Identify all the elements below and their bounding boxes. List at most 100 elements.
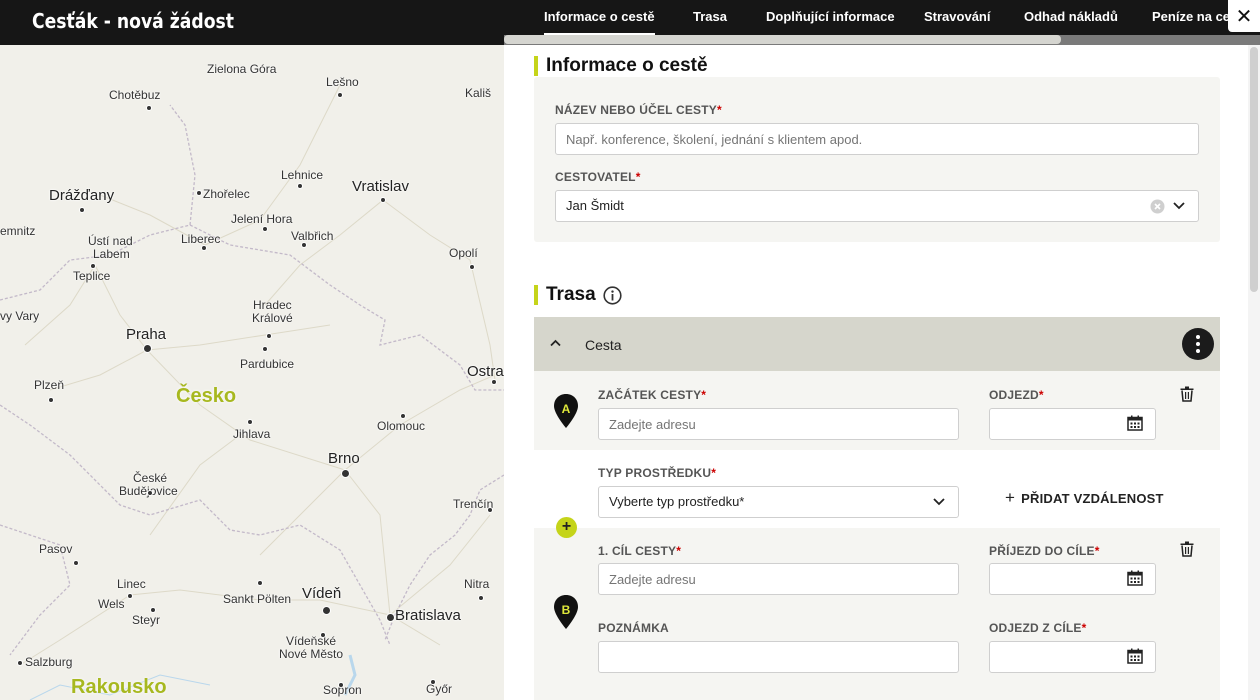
tab-trip-info[interactable]: Informace o cestě	[544, 0, 655, 35]
city-label: Nové Město	[279, 647, 344, 661]
city-dot	[400, 413, 406, 419]
city-label: Plzeň	[34, 378, 65, 392]
chevron-down-icon[interactable]	[933, 497, 945, 507]
kebab-dot	[1196, 349, 1200, 353]
city-label: Bratislava	[395, 607, 461, 624]
trip-name-input[interactable]	[555, 123, 1199, 155]
leave-destination-label: ODJEZD Z CÍLE*	[989, 621, 1087, 635]
city-dot	[90, 263, 96, 269]
city-dot	[266, 333, 272, 339]
city-dot	[48, 397, 54, 403]
kebab-dot	[1196, 342, 1200, 346]
map-view[interactable]: Zielona Góra Lešno Chotěbuz Kališ Lehnic…	[0, 45, 504, 700]
city-dot	[257, 580, 263, 586]
city-label: Olomouc	[377, 419, 426, 433]
section-title-route: Trasa	[534, 285, 596, 305]
traveler-value: Jan Šmidt	[566, 198, 624, 213]
calendar-icon[interactable]	[1127, 648, 1143, 664]
tab-route[interactable]: Trasa	[693, 0, 727, 35]
city-dot	[73, 560, 79, 566]
city-label: Vídeň	[302, 585, 342, 602]
close-icon: ✕	[1235, 5, 1253, 28]
city-label: Salzburg	[25, 655, 73, 669]
city-label: Chotěbuz	[109, 88, 161, 102]
start-pin-letter: A	[561, 402, 571, 416]
close-button[interactable]: ✕	[1228, 0, 1260, 32]
city-label: Pardubice	[240, 357, 295, 371]
tab-travel-money[interactable]: Peníze na cestu	[1152, 0, 1228, 35]
city-label: Pasov	[39, 542, 73, 556]
city-label: Ostra	[467, 363, 504, 380]
city-dot	[247, 419, 253, 425]
start-address-input[interactable]	[598, 408, 959, 440]
tab-scrollbar-thumb[interactable]	[504, 35, 1061, 44]
destination-label: 1. CÍL CESTY*	[598, 544, 682, 558]
city-label: Jihlava	[233, 427, 271, 441]
trash-icon[interactable]	[1180, 541, 1194, 557]
city-dot	[150, 607, 156, 613]
city-dot	[17, 660, 23, 666]
city-dot	[147, 490, 153, 496]
departure-label: ODJEZD*	[989, 388, 1044, 402]
note-input[interactable]	[598, 641, 959, 673]
city-label: Zhořelec	[203, 187, 250, 201]
city-label: Drážďany	[49, 187, 115, 204]
city-label: Kališ	[465, 86, 492, 100]
calendar-icon[interactable]	[1127, 570, 1143, 586]
plus-icon: +	[1005, 488, 1016, 507]
city-dot	[196, 190, 202, 196]
city-label: Králové	[252, 311, 293, 325]
add-distance-button[interactable]: + PŘIDAT VZDÁLENOST	[1005, 488, 1164, 508]
city-label: Zielona Góra	[207, 62, 277, 76]
city-dot	[297, 183, 303, 189]
city-dot	[430, 679, 436, 685]
route-accordion-header[interactable]	[534, 317, 1220, 371]
city-label: Brno	[328, 450, 360, 467]
note-label: POZNÁMKA	[598, 621, 669, 635]
city-label: Lešno	[326, 75, 359, 89]
city-label: Opolí	[449, 246, 478, 260]
panel-scrollbar-thumb[interactable]	[1250, 47, 1258, 292]
country-label: Rakousko	[71, 676, 167, 698]
tab-bar: Informace o cestě Trasa Doplňující infor…	[504, 0, 1228, 35]
start-label: ZAČÁTEK CESTY*	[598, 388, 707, 402]
kebab-dot	[1196, 335, 1200, 339]
city-dot	[201, 245, 207, 251]
destination-pin-letter: B	[561, 603, 571, 617]
tab-additional-info[interactable]: Doplňující informace	[766, 0, 895, 35]
traveler-select[interactable]: Jan Šmidt	[555, 190, 1199, 222]
calendar-icon[interactable]	[1127, 415, 1143, 431]
more-options-button[interactable]	[1182, 328, 1214, 360]
arrival-label: PŘÍJEZD DO CÍLE*	[989, 544, 1100, 558]
trip-name-label: NÁZEV NEBO ÚČEL CESTY*	[555, 103, 722, 117]
city-label: Labem	[93, 247, 130, 261]
traveler-label: CESTOVATEL*	[555, 170, 641, 184]
chevron-up-icon[interactable]	[550, 339, 561, 347]
tab-meals[interactable]: Stravování	[924, 0, 990, 35]
transport-type-value: Vyberte typ prostředku*	[609, 494, 745, 509]
city-label: Lehnice	[281, 168, 324, 182]
city-dot	[79, 207, 85, 213]
city-dot	[262, 346, 268, 352]
info-icon[interactable]	[603, 286, 622, 305]
city-dot	[320, 632, 326, 638]
city-dot	[385, 612, 395, 622]
trash-icon[interactable]	[1180, 386, 1194, 402]
city-dot	[469, 264, 475, 270]
transport-type-select[interactable]: Vyberte typ prostředku*	[598, 486, 959, 518]
chevron-down-icon[interactable]	[1173, 201, 1185, 211]
city-dot	[127, 593, 133, 599]
city-dot	[337, 92, 343, 98]
route-header-label: Cesta	[585, 337, 622, 353]
city-label: Steyr	[132, 613, 161, 627]
app-title: Cesťák - nová žádost	[32, 9, 234, 33]
add-stop-button[interactable]: +	[556, 517, 577, 538]
destination-address-input[interactable]	[598, 563, 959, 595]
clear-icon[interactable]	[1150, 199, 1165, 214]
city-dot	[340, 468, 350, 478]
city-label: Jelení Hora	[231, 212, 293, 226]
city-dot	[262, 226, 268, 232]
city-dot	[380, 197, 386, 203]
tab-cost-estimate[interactable]: Odhad nákladů	[1024, 0, 1118, 35]
city-dot	[487, 507, 493, 513]
